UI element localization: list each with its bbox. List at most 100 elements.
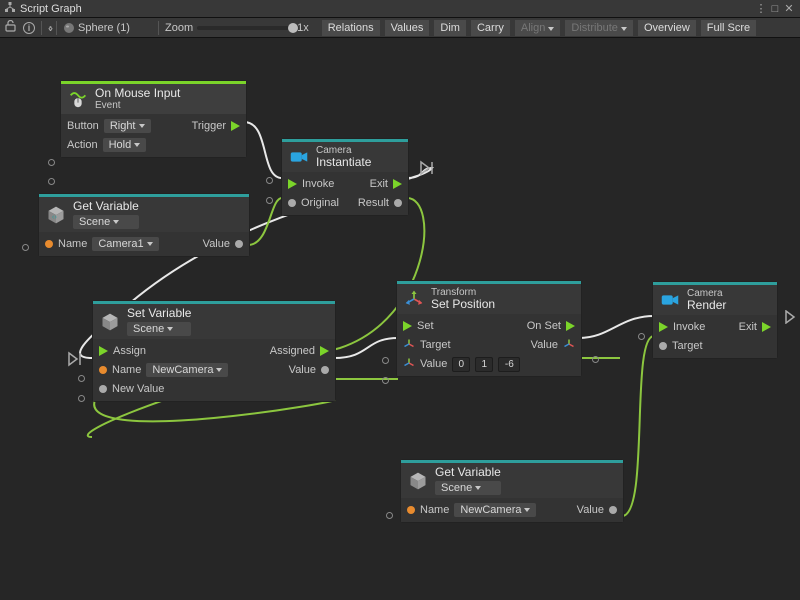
dropdown-name[interactable]: NewCamera xyxy=(454,503,536,517)
ext-port[interactable] xyxy=(382,357,389,364)
tab-dim[interactable]: Dim xyxy=(434,20,466,36)
dropdown-button[interactable]: Right xyxy=(104,119,151,133)
dropdown-scope[interactable]: Scene xyxy=(435,481,501,495)
variable-icon xyxy=(407,470,429,492)
tab-carry[interactable]: Carry xyxy=(471,20,510,36)
node-title: Set Position xyxy=(431,298,495,311)
label-value: Value xyxy=(531,339,558,351)
tab-relations[interactable]: Relations xyxy=(322,20,380,36)
label-value2: Value xyxy=(420,358,447,370)
port-name-in[interactable] xyxy=(45,240,53,248)
ext-port[interactable] xyxy=(78,375,85,382)
port-original-in[interactable] xyxy=(288,199,296,207)
port-value-out[interactable] xyxy=(609,506,617,514)
label-original: Original xyxy=(301,197,339,209)
label-value: Value xyxy=(289,364,316,376)
node-title: On Mouse Input xyxy=(95,87,180,100)
ext-port[interactable] xyxy=(266,197,273,204)
zoom-value: 1x xyxy=(297,22,309,34)
maximize-icon[interactable]: □ xyxy=(768,3,782,15)
zoom-slider[interactable] xyxy=(197,26,293,30)
port-exit-out[interactable] xyxy=(393,179,402,189)
node-title: Instantiate xyxy=(316,156,371,169)
breadcrumb-icon[interactable]: ‹› xyxy=(48,21,50,35)
label-name: Name xyxy=(112,364,141,376)
ext-port[interactable] xyxy=(638,333,645,340)
node-instantiate[interactable]: CameraInstantiate InvokeExit OriginalRes… xyxy=(281,138,409,216)
port-newvalue-in[interactable] xyxy=(99,385,107,393)
svg-text:‹›: ‹› xyxy=(52,212,57,221)
input-z[interactable]: -6 xyxy=(498,357,520,372)
port-assign-in[interactable] xyxy=(99,346,108,356)
ext-port[interactable] xyxy=(22,244,29,251)
port-invoke-in[interactable] xyxy=(659,322,668,332)
node-render[interactable]: CameraRender InvokeExit Target xyxy=(652,281,778,359)
port-name-in[interactable] xyxy=(407,506,415,514)
dropdown-action[interactable]: Hold xyxy=(103,138,147,152)
node-subtitle: Event xyxy=(95,100,180,111)
dropdown-name[interactable]: NewCamera xyxy=(146,363,228,377)
ext-port[interactable] xyxy=(266,177,273,184)
tab-overview[interactable]: Overview xyxy=(638,20,696,36)
port-value-out[interactable] xyxy=(321,366,329,374)
variable-icon: ‹› xyxy=(45,204,67,226)
port-invoke-in[interactable] xyxy=(288,179,297,189)
port-result-out[interactable] xyxy=(394,199,402,207)
label-result: Result xyxy=(358,197,389,209)
port-assigned-out[interactable] xyxy=(320,346,329,356)
tab-align[interactable]: Align xyxy=(515,20,561,36)
toolbar: i ‹› Sphere (1) Zoom 1x Relations Values… xyxy=(0,18,800,38)
node-set-position[interactable]: TransformSet Position SetOn Set TargetVa… xyxy=(396,280,582,377)
port-trigger-out[interactable] xyxy=(231,121,240,131)
label-onset: On Set xyxy=(527,320,561,332)
tab-fullscreen[interactable]: Full Scre xyxy=(701,20,756,36)
input-y[interactable]: 1 xyxy=(475,357,493,372)
tab-distribute[interactable]: Distribute xyxy=(565,20,633,36)
title-bar: Script Graph ⋮ □ ✕ xyxy=(0,0,800,18)
port-set-in[interactable] xyxy=(403,321,412,331)
node-set-variable[interactable]: Set Variable Scene AssignAssigned NameNe… xyxy=(92,300,336,402)
label-assign: Assign xyxy=(113,345,146,357)
ext-port[interactable] xyxy=(386,512,393,519)
ext-port[interactable] xyxy=(78,395,85,402)
ext-port[interactable] xyxy=(48,178,55,185)
ext-port[interactable] xyxy=(48,159,55,166)
object-selector[interactable]: Sphere (1) xyxy=(63,22,130,34)
node-get-variable-2[interactable]: Get Variable Scene NameNewCameraValue xyxy=(400,459,624,523)
graph-canvas[interactable]: On Mouse InputEvent Button Right Trigger… xyxy=(0,38,800,600)
ext-port[interactable] xyxy=(592,356,599,363)
label-target: Target xyxy=(420,339,451,351)
label-exit: Exit xyxy=(739,321,757,333)
lock-icon[interactable] xyxy=(2,20,19,35)
dropdown-scope[interactable]: Scene xyxy=(127,322,191,336)
dropdown-scope[interactable]: Scene xyxy=(73,215,139,229)
node-title: Get Variable xyxy=(435,466,501,479)
zoom-label: Zoom xyxy=(165,22,193,34)
port-value-out[interactable] xyxy=(235,240,243,248)
window-title: Script Graph xyxy=(20,3,754,15)
vector-icon xyxy=(563,338,575,353)
vector-icon-small xyxy=(403,357,415,372)
ext-port[interactable] xyxy=(382,377,389,384)
ext-port[interactable] xyxy=(68,351,82,372)
input-x[interactable]: 0 xyxy=(452,357,470,372)
info-icon[interactable]: i xyxy=(23,22,35,34)
label-invoke: Invoke xyxy=(673,321,705,333)
more-icon[interactable]: ⋮ xyxy=(754,2,768,15)
node-get-variable-1[interactable]: ‹› Get Variable Scene Name Camera1 Value xyxy=(38,193,250,257)
port-target-in[interactable] xyxy=(659,342,667,350)
port-onset-out[interactable] xyxy=(566,321,575,331)
port-name-in[interactable] xyxy=(99,366,107,374)
event-icon xyxy=(67,88,89,110)
tab-values[interactable]: Values xyxy=(385,20,430,36)
label-value: Value xyxy=(577,504,604,516)
close-icon[interactable]: ✕ xyxy=(782,2,796,15)
dropdown-name[interactable]: Camera1 xyxy=(92,237,158,251)
node-on-mouse-input[interactable]: On Mouse InputEvent Button Right Trigger… xyxy=(60,80,247,158)
ext-port[interactable] xyxy=(420,160,434,181)
port-exit-out[interactable] xyxy=(762,322,771,332)
label-newvalue: New Value xyxy=(112,383,164,395)
node-title: Set Variable xyxy=(127,307,191,320)
ext-port[interactable] xyxy=(785,310,797,329)
label-set: Set xyxy=(417,320,434,332)
